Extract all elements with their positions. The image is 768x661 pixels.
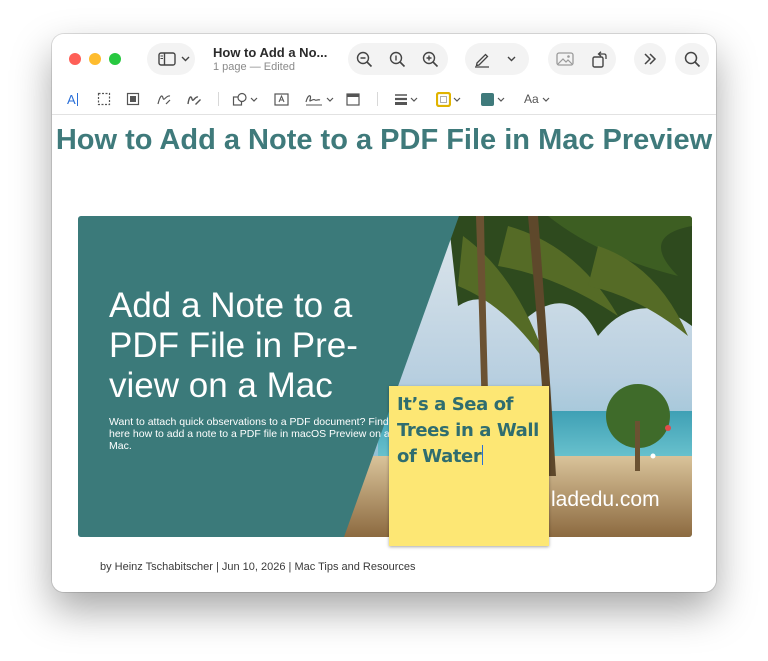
- sign-tool[interactable]: [304, 91, 334, 107]
- note-icon: [346, 92, 360, 106]
- text-selection-label: A: [67, 91, 76, 107]
- zoom-window-button[interactable]: [109, 53, 121, 65]
- shape-style-tool[interactable]: [394, 91, 418, 107]
- zoom-out-icon: [356, 51, 373, 67]
- note-text: It’s a Sea of Trees in a Wall of Water: [397, 394, 539, 467]
- instant-alpha-icon: [126, 92, 140, 106]
- more-tools-button[interactable]: [634, 43, 666, 75]
- chevron-down-icon: [499, 43, 523, 75]
- shapes-tool[interactable]: [232, 91, 258, 107]
- instant-alpha-tool[interactable]: [126, 91, 140, 107]
- article-byline: by Heinz Tschabitscher | Jun 10, 2026 | …: [100, 561, 416, 573]
- zoom-out-button[interactable]: [348, 43, 381, 75]
- hero-text-block: Add a Note to a PDF File in Pre-view on …: [109, 286, 409, 452]
- chevron-down-icon: [497, 97, 505, 102]
- chevron-down-icon: [542, 97, 550, 102]
- text-cursor-icon: [76, 92, 78, 106]
- document-title: How to Add a No...: [213, 45, 328, 60]
- photo-icon: [556, 52, 574, 66]
- markup-toolbar: A Aa: [52, 84, 716, 115]
- site-watermark: ladedu.com: [551, 488, 660, 511]
- font-label: Aa: [524, 92, 539, 106]
- sticky-note[interactable]: It’s a Sea of Trees in a Wall of Water: [389, 386, 549, 546]
- rectangular-selection-tool[interactable]: [97, 91, 111, 107]
- actual-size-icon: [389, 51, 406, 67]
- shapes-icon: [232, 92, 247, 106]
- line-style-icon: [395, 94, 407, 105]
- search-button[interactable]: [675, 43, 709, 75]
- search-icon: [675, 43, 709, 75]
- fill-color-tool[interactable]: [480, 91, 505, 107]
- zoom-controls: [348, 43, 448, 75]
- hero-image: Add a Note to a PDF File in Pre-view on …: [78, 216, 692, 537]
- sketch-tool[interactable]: [156, 91, 172, 107]
- minimize-window-button[interactable]: [89, 53, 101, 65]
- border-color-icon: [436, 91, 451, 107]
- markup-pen-icon: [465, 43, 499, 75]
- sidebar-toggle-button[interactable]: [147, 43, 195, 75]
- sketch-icon: [157, 95, 171, 105]
- note-tool[interactable]: [346, 91, 360, 107]
- chevron-down-icon: [250, 97, 258, 102]
- sidebar-icon: [153, 43, 181, 75]
- note-text-field[interactable]: It’s a Sea of Trees in a Wall of Water: [397, 392, 545, 470]
- pdf-page: How to Add a Note to a PDF File in Mac P…: [52, 115, 716, 592]
- document-status: 1 page — Edited: [213, 61, 295, 73]
- fill-color-icon: [481, 92, 494, 106]
- close-window-button[interactable]: [69, 53, 81, 65]
- image-tools: [548, 43, 616, 75]
- more-icon: [634, 43, 666, 75]
- toolbar-divider: [377, 92, 378, 106]
- article-title: How to Add a Note to a PDF File in Mac P…: [55, 124, 713, 156]
- zoom-in-icon: [422, 51, 439, 67]
- signature-icon: [305, 95, 322, 106]
- markup-button[interactable]: [465, 43, 529, 75]
- draw-icon: [187, 96, 201, 105]
- chevron-down-icon: [181, 43, 190, 75]
- actual-size-button[interactable]: [381, 43, 414, 75]
- text-box-icon: [274, 92, 289, 106]
- text-box-tool[interactable]: [274, 91, 289, 107]
- chevron-down-icon: [453, 97, 461, 102]
- preview-window: How to Add a No... 1 page — Edited A Aa …: [52, 34, 716, 592]
- toolbar-divider: [218, 92, 219, 106]
- text-style-tool[interactable]: Aa: [524, 91, 550, 107]
- rect-select-icon: [97, 92, 111, 106]
- border-color-tool[interactable]: [436, 91, 461, 107]
- title-bar: How to Add a No... 1 page — Edited: [52, 34, 716, 84]
- hero-heading: Add a Note to a PDF File in Pre-view on …: [109, 286, 358, 405]
- zoom-in-button[interactable]: [414, 43, 447, 75]
- adjust-color-button[interactable]: [548, 43, 582, 75]
- rotate-icon: [591, 50, 607, 68]
- draw-tool[interactable]: [186, 91, 202, 107]
- text-selection-tool[interactable]: A: [67, 91, 78, 107]
- text-caret: [482, 445, 484, 465]
- chevron-down-icon: [326, 97, 334, 102]
- chevron-down-icon: [410, 97, 418, 102]
- hero-description: Want to attach quick observations to a P…: [109, 416, 407, 452]
- rotate-button[interactable]: [582, 43, 616, 75]
